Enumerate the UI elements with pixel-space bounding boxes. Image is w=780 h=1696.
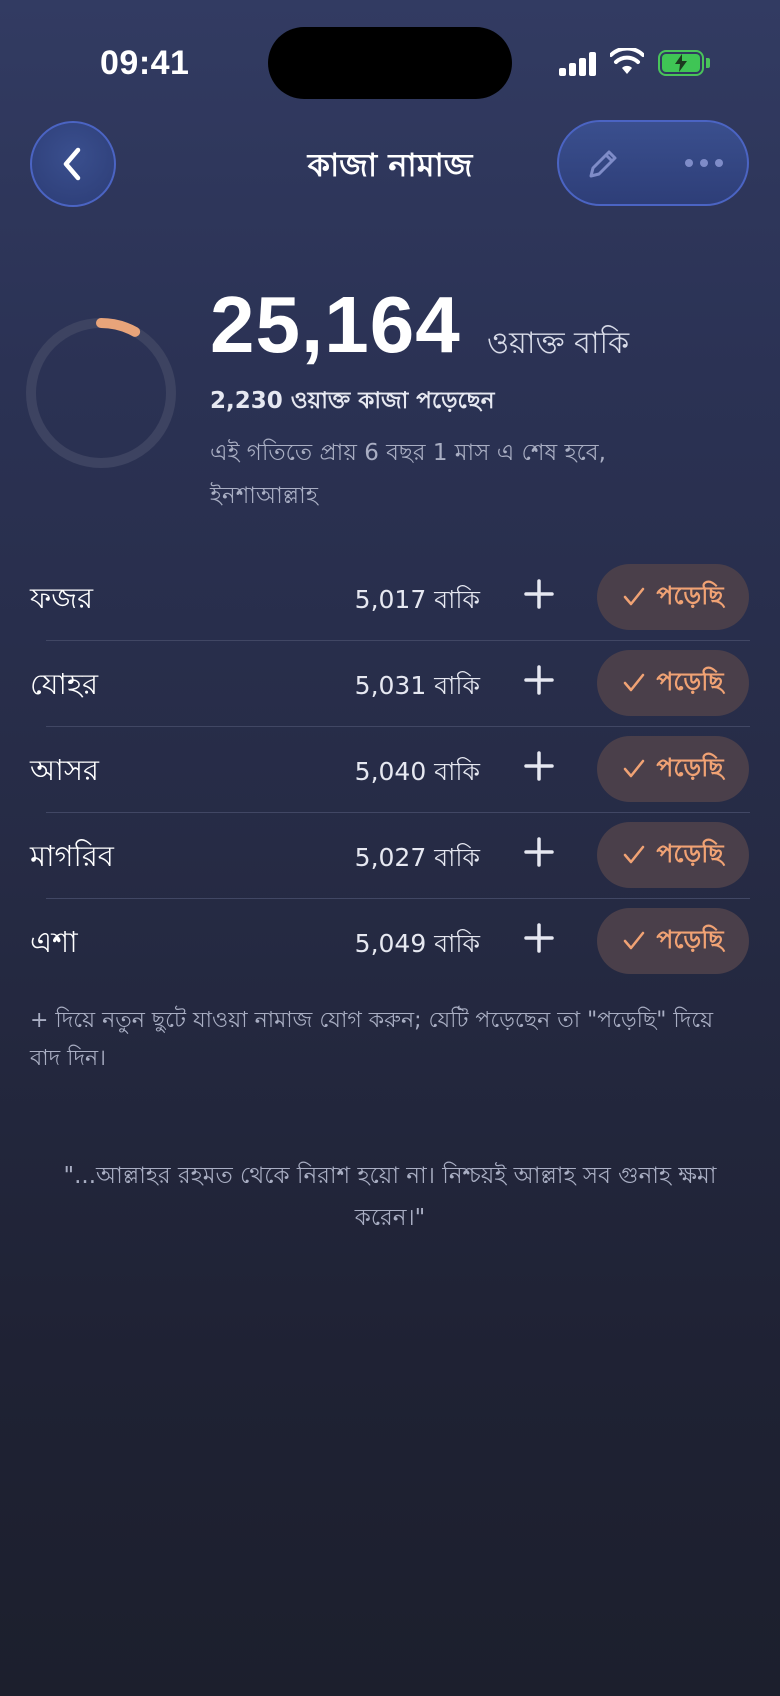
mark-done-label: পড়েছি [656, 666, 724, 696]
cellular-signal-icon [559, 52, 597, 76]
usage-hint: + দিয়ে নতুন ছুটে যাওয়া নামাজ যোগ করুন;… [30, 1008, 714, 1071]
completed-count: 2,230 ওয়াক্ত কাজা পড়েছেন [210, 388, 495, 414]
checkmark-icon [624, 931, 645, 950]
checkmark-icon [624, 759, 645, 778]
plus-icon[interactable] [523, 578, 555, 610]
plus-icon[interactable] [523, 836, 555, 868]
quote: "...আল্লাহর রহমত থেকে নিরাশ হয়ো না। নিশ… [63, 1163, 717, 1231]
plus-icon[interactable] [523, 664, 555, 696]
mark-done-label: পড়েছি [656, 752, 724, 782]
prayer-remaining: 5,027 বাকি [354, 843, 480, 872]
mark-done-label: পড়েছি [656, 838, 724, 868]
battery-tip [706, 58, 710, 68]
prayer-row-asr: আসর 5,040 বাকি পড়েছি [0, 726, 780, 812]
wifi-icon [610, 48, 644, 74]
header-actions [557, 120, 749, 206]
mark-done-button[interactable]: পড়েছি [597, 822, 749, 888]
remaining-count: 25,164 [210, 280, 461, 369]
dynamic-island [268, 27, 512, 99]
prayer-row-fajr: ফজর 5,017 বাকি পড়েছি [0, 554, 780, 640]
checkmark-icon [624, 587, 645, 606]
status-time: 09:41 [100, 44, 190, 82]
plus-icon[interactable] [523, 922, 555, 954]
mark-done-button[interactable]: পড়েছি [597, 564, 749, 630]
prayer-row-maghrib: মাগরিব 5,027 বাকি পড়েছি [0, 812, 780, 898]
prayer-row-dhuhr: যোহর 5,031 বাকি পড়েছি [0, 640, 780, 726]
remaining-unit: ওয়াক্ত বাকি [487, 326, 630, 361]
prayer-remaining: 5,017 বাকি [354, 585, 480, 614]
mark-done-label: পড়েছি [656, 924, 724, 954]
mark-done-button[interactable]: পড়েছি [597, 908, 749, 974]
mark-done-label: পড়েছি [656, 580, 724, 610]
mark-done-button[interactable]: পড়েছি [597, 736, 749, 802]
plus-icon[interactable] [523, 750, 555, 782]
prayer-remaining: 5,049 বাকি [354, 929, 480, 958]
prayer-row-isha: এশা 5,049 বাকি পড়েছি [0, 898, 780, 984]
prayer-remaining: 5,031 বাকি [354, 671, 480, 700]
progress-ring [26, 318, 176, 468]
prayer-name: আসর [30, 753, 99, 787]
prayer-name: মাগরিব [30, 839, 114, 873]
prayer-name: এশা [30, 925, 78, 959]
prayer-name: যোহর [30, 667, 99, 701]
prayer-remaining: 5,040 বাকি [354, 757, 480, 786]
more-dots-icon[interactable] [683, 156, 725, 170]
checkmark-icon [624, 673, 645, 692]
checkmark-icon [624, 845, 645, 864]
prayer-name: ফজর [30, 581, 94, 615]
completion-estimate: এই গতিতে প্রায় 6 বছর 1 মাস এ শেষ হবে, ই… [210, 440, 606, 509]
battery-charging-icon [658, 50, 704, 76]
mark-done-button[interactable]: পড়েছি [597, 650, 749, 716]
pencil-icon[interactable] [583, 144, 623, 184]
